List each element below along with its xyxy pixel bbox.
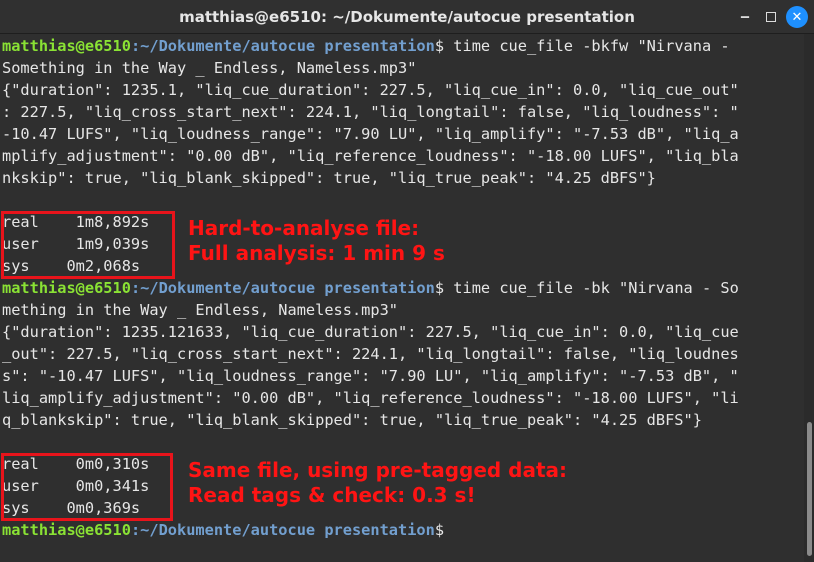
close-icon[interactable]: ✕ — [786, 6, 808, 28]
output-line: s": "-10.47 LUFS", "liq_loudness_range":… — [2, 367, 739, 385]
output-line: -10.47 LUFS", "liq_loudness_range": "7.9… — [2, 125, 739, 143]
window-title: matthias@e6510: ~/Dokumente/autocue pres… — [179, 7, 635, 26]
prompt-user: matthias@e6510 — [2, 37, 131, 55]
prompt-path: :~/Dokumente/autocue presentation — [130, 521, 435, 539]
output-line: q_blankskip": true, "liq_blank_skipped":… — [2, 411, 702, 429]
output-line: : 227.5, "liq_cross_start_next": 224.1, … — [2, 103, 739, 121]
highlight-box — [1, 453, 173, 521]
annotation-full-analysis: Hard-to-analyse file: Full analysis: 1 m… — [188, 216, 445, 265]
command-text-continued: Something in the Way _ Endless, Nameless… — [2, 59, 417, 77]
prompt-line: matthias@e6510:~/Dokumente/autocue prese… — [2, 37, 730, 55]
prompt-path: :~/Dokumente/autocue presentation — [130, 279, 435, 297]
scrollbar[interactable] — [804, 34, 814, 562]
scrollbar-thumb[interactable] — [807, 422, 812, 556]
command-text: time cue_file -bk "Nirvana - So — [444, 279, 739, 297]
prompt-path: :~/Dokumente/autocue presentation — [130, 37, 435, 55]
prompt-user: matthias@e6510 — [2, 521, 131, 539]
highlight-box — [1, 211, 175, 279]
output-line: mplify_adjustment": "0.00 dB", "liq_refe… — [2, 147, 739, 165]
maximize-icon[interactable] — [760, 6, 782, 28]
window-titlebar[interactable]: matthias@e6510: ~/Dokumente/autocue pres… — [0, 0, 814, 34]
output-line: nkskip": true, "liq_blank_skipped": true… — [2, 169, 656, 187]
command-text: time cue_file -bkfw "Nirvana - — [444, 37, 730, 55]
output-line: liq_amplify_adjustment": "0.00 dB", "liq… — [2, 389, 739, 407]
prompt-line[interactable]: matthias@e6510:~/Dokumente/autocue prese… — [2, 519, 804, 541]
command-text-continued: mething in the Way _ Endless, Nameless.m… — [2, 301, 399, 319]
prompt-line: matthias@e6510:~/Dokumente/autocue prese… — [2, 279, 739, 297]
output-line: {"duration": 1235.1, "liq_cue_duration":… — [2, 81, 739, 99]
output-line: {"duration": 1235.121633, "liq_cue_durat… — [2, 323, 739, 341]
output-line: _out": 227.5, "liq_cross_start_next": 22… — [2, 345, 739, 363]
annotation-pretagged: Same file, using pre-tagged data: Read t… — [188, 458, 568, 507]
minimize-icon[interactable]: ‒ — [734, 6, 756, 28]
prompt-user: matthias@e6510 — [2, 279, 131, 297]
